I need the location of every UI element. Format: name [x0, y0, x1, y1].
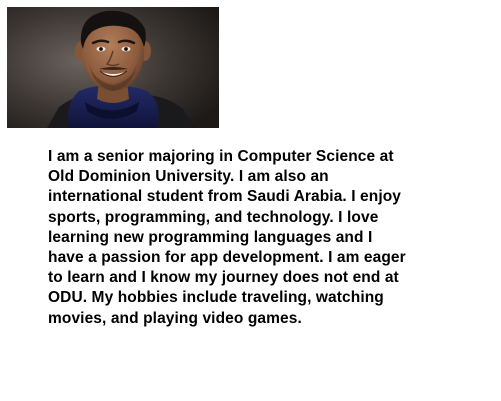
profile-photo	[7, 7, 219, 128]
bio-line: movies, and playing video games.	[48, 309, 302, 327]
bio-line: have a passion for app development. I am…	[48, 249, 406, 267]
bio-line: learning new programming languages and I	[48, 228, 373, 246]
portrait-photo-icon	[7, 7, 219, 128]
bio-line: to learn and I know my journey does not …	[48, 269, 399, 287]
bio-text: I am a senior majoring in Computer Scien…	[48, 147, 488, 329]
bio-line: I am a senior majoring in Computer Scien…	[48, 148, 394, 165]
bio-line: international student from Saudi Arabia.…	[48, 188, 402, 206]
bio-line: Old Dominion University. I am also an	[48, 168, 329, 186]
bio-line: sports, programming, and technology. I l…	[48, 208, 379, 226]
bio-line: ODU. My hobbies include traveling, watch…	[48, 289, 384, 307]
